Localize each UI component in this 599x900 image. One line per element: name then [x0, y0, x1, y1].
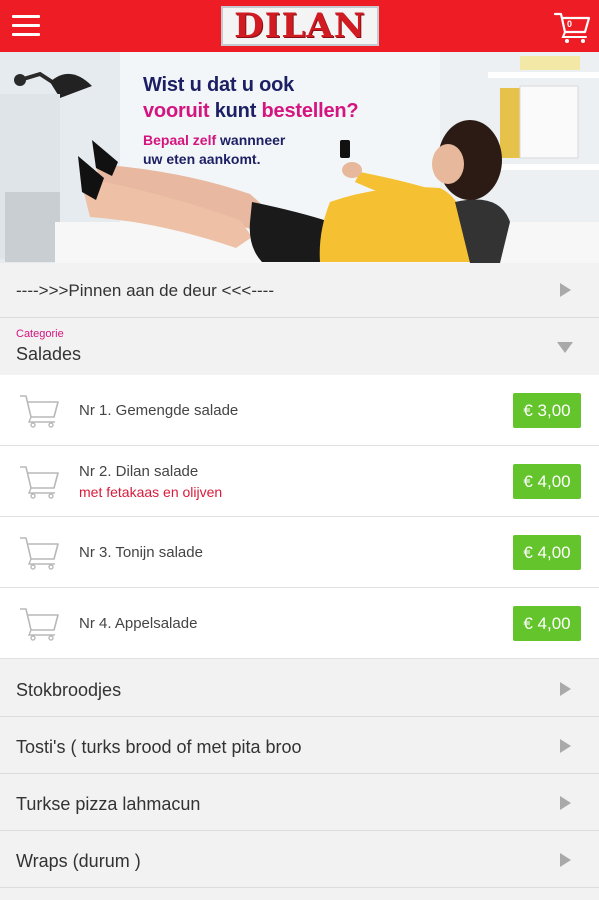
- category-header-salades[interactable]: Categorie Salades: [0, 318, 599, 375]
- price-button[interactable]: € 3,00: [513, 393, 581, 428]
- shopping-cart-button[interactable]: 0: [553, 10, 591, 44]
- price-button[interactable]: € 4,00: [513, 464, 581, 499]
- chevron-right-icon: [560, 796, 571, 810]
- category-label: Turkse pizza lahmacun: [16, 794, 201, 814]
- chevron-right-icon: [560, 682, 571, 696]
- add-to-cart-icon[interactable]: [18, 393, 60, 429]
- category-row-turkse-pizza[interactable]: Turkse pizza lahmacun: [0, 774, 599, 831]
- top-bar: DILAN 0: [0, 0, 599, 52]
- menu-item[interactable]: Nr 4. Appelsalade € 4,00: [0, 588, 599, 659]
- promo-banner[interactable]: Wist u dat u ook vooruit kunt bestellen?…: [0, 52, 599, 263]
- promo-pinnen-row[interactable]: ---->>>Pinnen aan de deur <<<----: [0, 263, 599, 318]
- category-caption: Categorie: [16, 328, 64, 340]
- banner-office-illustration: [0, 52, 599, 263]
- item-name: Nr 1. Gemengde salade: [79, 402, 239, 419]
- item-description: met fetakaas en olijven: [79, 484, 223, 500]
- promo-label: ---->>>Pinnen aan de deur <<<----: [16, 281, 274, 300]
- banner-subline-2: uw eten aankomt.: [143, 151, 261, 167]
- hamburger-menu-icon[interactable]: [10, 12, 44, 40]
- banner-headline-2: vooruit kunt bestellen?: [143, 100, 359, 122]
- chevron-right-icon: [560, 853, 571, 867]
- menu-item[interactable]: Nr 3. Tonijn salade € 4,00: [0, 517, 599, 588]
- add-to-cart-icon[interactable]: [18, 464, 60, 500]
- dilan-logo: DILAN: [221, 6, 379, 46]
- price-button[interactable]: € 4,00: [513, 535, 581, 570]
- category-row-tostis[interactable]: Tosti's ( turks brood of met pita broo: [0, 717, 599, 774]
- banner-headline: Wist u dat u ook: [143, 74, 295, 96]
- item-name: Nr 3. Tonijn salade: [79, 544, 203, 561]
- price-button[interactable]: € 4,00: [513, 606, 581, 641]
- category-row-wraps[interactable]: Wraps (durum ): [0, 831, 599, 888]
- add-to-cart-icon[interactable]: [18, 535, 60, 571]
- category-label: Stokbroodjes: [16, 680, 122, 700]
- item-name: Nr 2. Dilan salade: [79, 463, 199, 480]
- add-to-cart-icon[interactable]: [18, 606, 60, 642]
- banner-subline: Bepaal zelf wannneer: [143, 132, 286, 148]
- menu-item[interactable]: Nr 2. Dilan salade met fetakaas en olijv…: [0, 446, 599, 517]
- cart-count-badge: 0: [567, 19, 573, 29]
- category-label: Wraps (durum ): [16, 851, 141, 871]
- chevron-down-icon: [557, 342, 573, 353]
- menu-item[interactable]: Nr 1. Gemengde salade € 3,00: [0, 375, 599, 446]
- category-name: Salades: [16, 344, 82, 364]
- category-row-stokbroodjes[interactable]: Stokbroodjes: [0, 660, 599, 717]
- category-label: Tosti's ( turks brood of met pita broo: [16, 737, 302, 757]
- item-name: Nr 4. Appelsalade: [79, 615, 198, 632]
- chevron-right-icon: [560, 283, 571, 297]
- logo-text: DILAN: [234, 6, 366, 46]
- chevron-right-icon: [560, 739, 571, 753]
